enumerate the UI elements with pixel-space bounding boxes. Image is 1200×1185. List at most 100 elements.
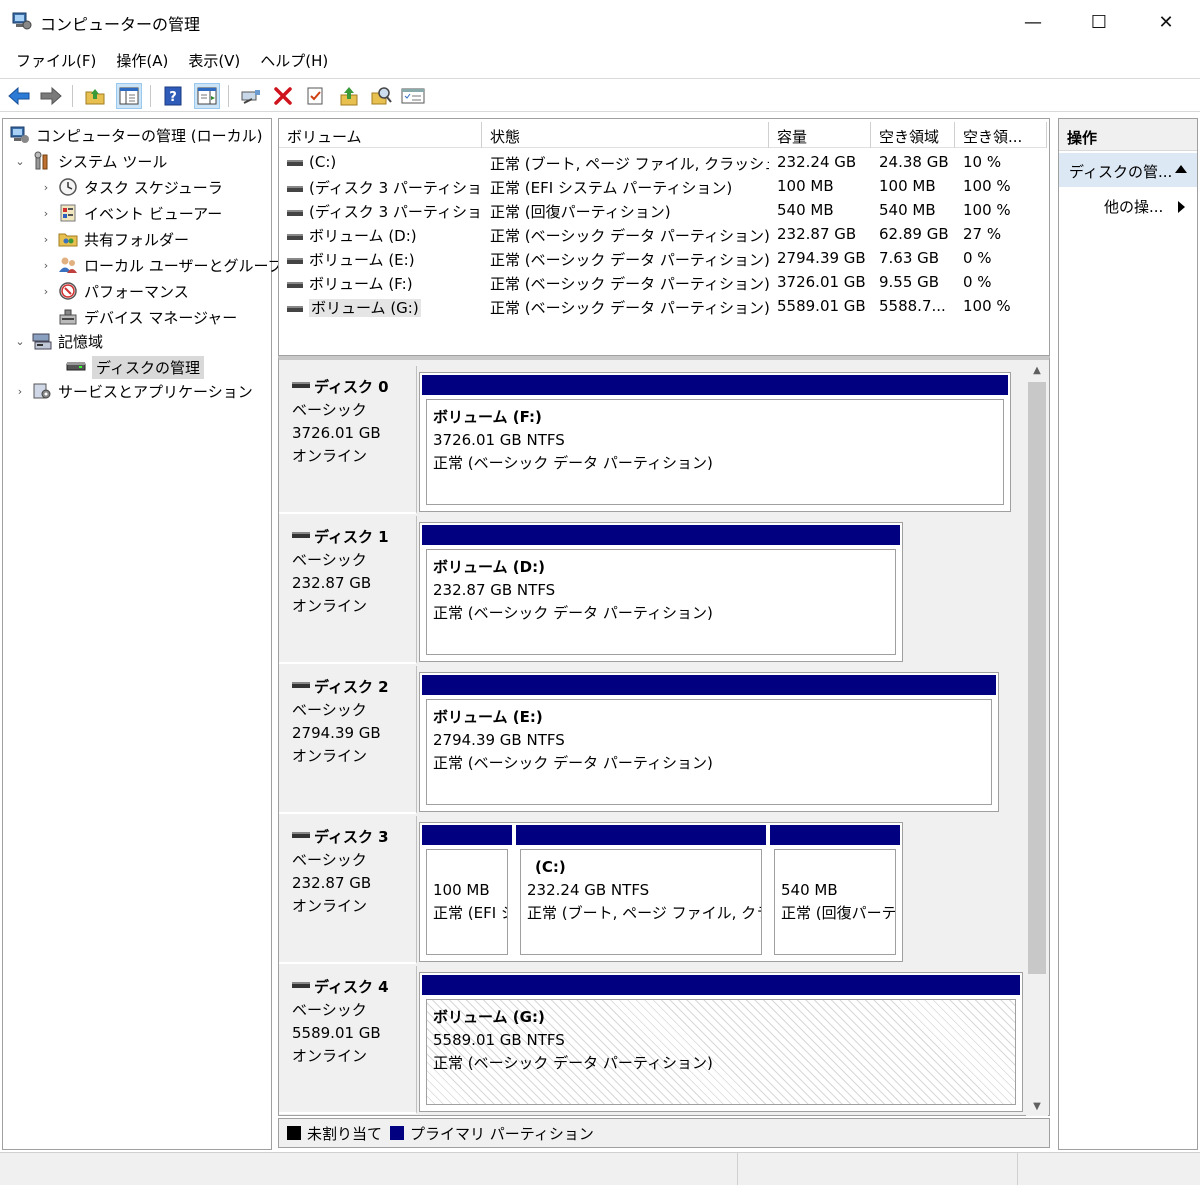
disk-icon: [292, 981, 310, 988]
performance-icon: [59, 282, 77, 300]
disk-partition-area: 100 MB 正常 (EFI システム パーティション) (C:) 232.24…: [419, 822, 903, 962]
connect-icon[interactable]: [238, 83, 264, 109]
maximize-button[interactable]: ☐: [1066, 0, 1132, 44]
chevron-right-icon: [1178, 201, 1185, 213]
legend: 未割り当て プライマリ パーティション: [278, 1118, 1050, 1148]
tree-item-device-manager[interactable]: デバイス マネージャー: [53, 305, 237, 329]
volume-list-header: ボリューム 状態 容量 空き領域 空き領...: [279, 122, 1047, 148]
chevron-right-icon[interactable]: ›: [13, 385, 27, 398]
disk-row: ディスク 1 ベーシック 232.87 GB オンライン ボリューム (D:) …: [279, 516, 1019, 664]
chevron-down-icon[interactable]: ⌄: [13, 155, 27, 168]
disk-icon: [292, 381, 310, 388]
services-icon: [33, 383, 51, 399]
tree-label: ディスクの管理: [92, 355, 204, 379]
disk-info[interactable]: ディスク 2 ベーシック 2794.39 GB オンライン: [279, 666, 417, 814]
menu-action[interactable]: 操作(A): [106, 46, 178, 76]
tree-item-disk-management[interactable]: ディスクの管理: [61, 355, 204, 379]
navigation-tree: コンピューターの管理 (ローカル) ⌄ システム ツール › タスク スケジュー…: [2, 118, 283, 1150]
export-icon[interactable]: [336, 83, 362, 109]
actions-other-actions[interactable]: 他の操...: [1059, 191, 1197, 219]
search-icon[interactable]: [368, 83, 394, 109]
disk-info[interactable]: ディスク 1 ベーシック 232.87 GB オンライン: [279, 516, 417, 664]
close-button[interactable]: ✕: [1133, 0, 1199, 44]
column-header-free-percent[interactable]: 空き領...: [955, 122, 1047, 148]
column-header-capacity[interactable]: 容量: [769, 122, 871, 148]
tree-item-shared-folders[interactable]: › 共有フォルダー: [39, 227, 189, 251]
device-manager-icon: [59, 309, 77, 325]
tree-item-root[interactable]: コンピューターの管理 (ローカル): [5, 123, 262, 147]
minimize-button[interactable]: —: [1000, 0, 1066, 44]
partition[interactable]: (C:) 232.24 GB NTFS 正常 (ブート, ページ ファイル, ク…: [514, 823, 768, 961]
tree-label: システム ツール: [58, 152, 168, 171]
tree-item-storage[interactable]: ⌄ 記憶域: [13, 329, 103, 353]
tree-item-services-apps[interactable]: › サービスとアプリケーション: [13, 379, 253, 403]
chevron-right-icon[interactable]: ›: [39, 259, 53, 272]
partition[interactable]: 100 MB 正常 (EFI システム パーティション): [420, 823, 514, 961]
shared-folder-icon: [58, 233, 78, 247]
table-row[interactable]: ボリューム (E:) 正常 (ベーシック データ パーティション) 2794.3…: [279, 247, 1047, 271]
status-bar: [0, 1152, 1200, 1185]
table-row[interactable]: (ディスク 3 パーティション 1) 正常 (EFI システム パーティション)…: [279, 175, 1047, 199]
forward-arrow-icon[interactable]: [38, 83, 64, 109]
table-row[interactable]: ボリューム (G:) 正常 (ベーシック データ パーティション) 5589.0…: [279, 295, 1047, 319]
menu-view[interactable]: 表示(V): [178, 46, 250, 76]
partition[interactable]: ボリューム (D:) 232.87 GB NTFS 正常 (ベーシック データ …: [420, 523, 902, 661]
tree-item-system-tools[interactable]: ⌄ システム ツール: [13, 149, 167, 173]
chevron-right-icon[interactable]: ›: [39, 233, 53, 246]
partition[interactable]: ボリューム (F:) 3726.01 GB NTFS 正常 (ベーシック データ…: [420, 373, 1010, 511]
disk-icon: [292, 831, 310, 838]
tree-item-event-viewer[interactable]: › イベント ビューアー: [39, 201, 222, 225]
partition[interactable]: ボリューム (G:) 5589.01 GB NTFS 正常 (ベーシック データ…: [420, 973, 1022, 1111]
tree-label: パフォーマンス: [84, 282, 189, 301]
menu-file[interactable]: ファイル(F): [6, 46, 106, 76]
table-row[interactable]: ボリューム (F:) 正常 (ベーシック データ パーティション) 3726.0…: [279, 271, 1047, 295]
chevron-down-icon[interactable]: ⌄: [13, 335, 27, 348]
volume-icon: [287, 209, 303, 216]
properties-icon[interactable]: [302, 83, 328, 109]
table-row[interactable]: (C:) 正常 (ブート, ページ ファイル, クラッシュ ダ... 232.2…: [279, 151, 1047, 175]
scroll-up-icon[interactable]: ▲: [1026, 360, 1048, 380]
settings-icon[interactable]: [400, 83, 426, 109]
column-header-status[interactable]: 状態: [482, 122, 769, 148]
disk-info[interactable]: ディスク 3 ベーシック 232.87 GB オンライン: [279, 816, 417, 964]
scrollbar-thumb[interactable]: [1028, 382, 1046, 974]
disk-info[interactable]: ディスク 0 ベーシック 3726.01 GB オンライン: [279, 366, 417, 514]
tree-label: デバイス マネージャー: [84, 308, 238, 327]
title-bar: コンピューターの管理 — ☐ ✕: [0, 0, 1200, 44]
volume-list: ボリューム 状態 容量 空き領域 空き領... (C:) 正常 (ブート, ペー…: [278, 118, 1050, 356]
table-row[interactable]: (ディスク 3 パーティション 4) 正常 (回復パーティション) 540 MB…: [279, 199, 1047, 223]
help-icon[interactable]: ?: [160, 83, 186, 109]
partition[interactable]: ボリューム (E:) 2794.39 GB NTFS 正常 (ベーシック データ…: [420, 673, 998, 811]
chevron-right-icon[interactable]: ›: [39, 181, 53, 194]
chevron-right-icon[interactable]: ›: [39, 207, 53, 220]
tree-label: 共有フォルダー: [84, 230, 190, 249]
volume-icon: [287, 305, 303, 312]
partition[interactable]: 540 MB 正常 (回復パーティション): [768, 823, 902, 961]
actions-header: 操作: [1059, 119, 1197, 151]
up-folder-icon[interactable]: [82, 83, 108, 109]
toolbar: ?: [0, 78, 1200, 112]
column-header-free-space[interactable]: 空き領域: [871, 122, 955, 148]
delete-icon[interactable]: [270, 83, 296, 109]
disk-partition-area: ボリューム (G:) 5589.01 GB NTFS 正常 (ベーシック データ…: [419, 972, 1023, 1112]
actions-section-disk-management[interactable]: ディスクの管...: [1059, 153, 1197, 187]
show-tree-icon[interactable]: [116, 83, 142, 109]
disk-view-scrollbar[interactable]: ▲ ▼: [1026, 360, 1048, 1116]
tree-item-local-users[interactable]: › ローカル ユーザーとグループ: [39, 253, 283, 277]
window-title: コンピューターの管理: [40, 15, 201, 34]
scroll-down-icon[interactable]: ▼: [1026, 1096, 1048, 1116]
collapse-up-icon[interactable]: [1175, 165, 1187, 173]
menu-help[interactable]: ヘルプ(H): [250, 46, 338, 76]
volume-icon: [287, 281, 303, 288]
tree-item-performance[interactable]: › パフォーマンス: [39, 279, 189, 303]
chevron-right-icon[interactable]: ›: [39, 285, 53, 298]
users-icon: [59, 257, 77, 273]
column-header-volume[interactable]: ボリューム: [279, 122, 482, 148]
disk-icon: [292, 531, 310, 538]
disk-info[interactable]: ディスク 4 ベーシック 5589.01 GB オンライン: [279, 966, 417, 1114]
menu-bar: ファイル(F) 操作(A) 表示(V) ヘルプ(H): [0, 46, 1200, 76]
show-action-pane-icon[interactable]: [194, 83, 220, 109]
tree-item-task-scheduler[interactable]: › タスク スケジューラ: [39, 175, 223, 199]
table-row[interactable]: ボリューム (D:) 正常 (ベーシック データ パーティション) 232.87…: [279, 223, 1047, 247]
back-arrow-icon[interactable]: [6, 83, 32, 109]
